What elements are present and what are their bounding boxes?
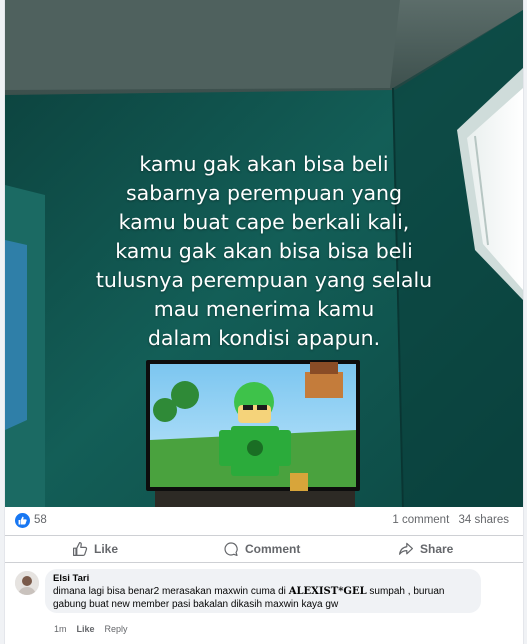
engagement-counts: 1 comment 34 shares [386, 514, 509, 526]
comment-author[interactable]: Elsi Tari [53, 573, 473, 585]
comment-section: Elsi Tari dimana lagi bisa benar2 merasa… [5, 563, 523, 644]
comment-like-link[interactable]: Like [77, 624, 95, 634]
share-icon [399, 542, 413, 555]
caption-line: kamu buat cape berkali kali, [118, 210, 410, 234]
caption-line: kamu gak akan bisa bisa beli [115, 239, 413, 263]
comment-meta: 1m Like Reply [54, 624, 128, 634]
photo-caption: kamu gak akan bisa beli sabarnya perempu… [5, 150, 523, 353]
share-label: Share [420, 542, 454, 556]
comment-text-part: dimana lagi bisa benar2 merasakan maxwin… [53, 586, 289, 597]
comment-brand-text: ALEXIST*GEL [288, 586, 367, 597]
comment-icon [224, 542, 238, 556]
caption-line: kamu gak akan bisa beli [139, 152, 389, 176]
caption-line: tulusnya perempuan yang selalu [95, 268, 433, 292]
share-button[interactable]: Share [398, 536, 453, 562]
avatar-image [15, 571, 39, 595]
like-button[interactable]: Like [72, 536, 118, 562]
comment-reply-link[interactable]: Reply [105, 624, 128, 634]
caption-line: sabarnya perempuan yang [125, 181, 403, 205]
comment-time[interactable]: 1m [54, 624, 67, 634]
comment-label: Comment [245, 542, 301, 556]
share-count[interactable]: 34 shares [458, 514, 509, 526]
post-photo[interactable]: kamu gak akan bisa beli sabarnya perempu… [5, 0, 523, 507]
comment-count[interactable]: 1 comment [392, 514, 449, 526]
like-icon [73, 542, 88, 556]
avatar[interactable] [15, 571, 39, 595]
caption-line: mau menerima kamu [153, 297, 375, 321]
comment-button[interactable]: Comment [223, 536, 300, 562]
action-bar: Like Comment Share [5, 536, 523, 563]
post-stats: 58 1 comment 34 shares [5, 507, 523, 536]
post-card: kamu gak akan bisa beli sabarnya perempu… [4, 0, 524, 644]
caption-line: dalam kondisi apapun. [147, 326, 381, 350]
like-reaction-icon[interactable] [15, 513, 30, 528]
like-label: Like [94, 542, 119, 556]
comment-bubble: Elsi Tari dimana lagi bisa benar2 merasa… [45, 569, 481, 613]
comment-text: dimana lagi bisa benar2 merasakan maxwin… [53, 585, 473, 611]
reaction-count[interactable]: 58 [34, 514, 47, 526]
